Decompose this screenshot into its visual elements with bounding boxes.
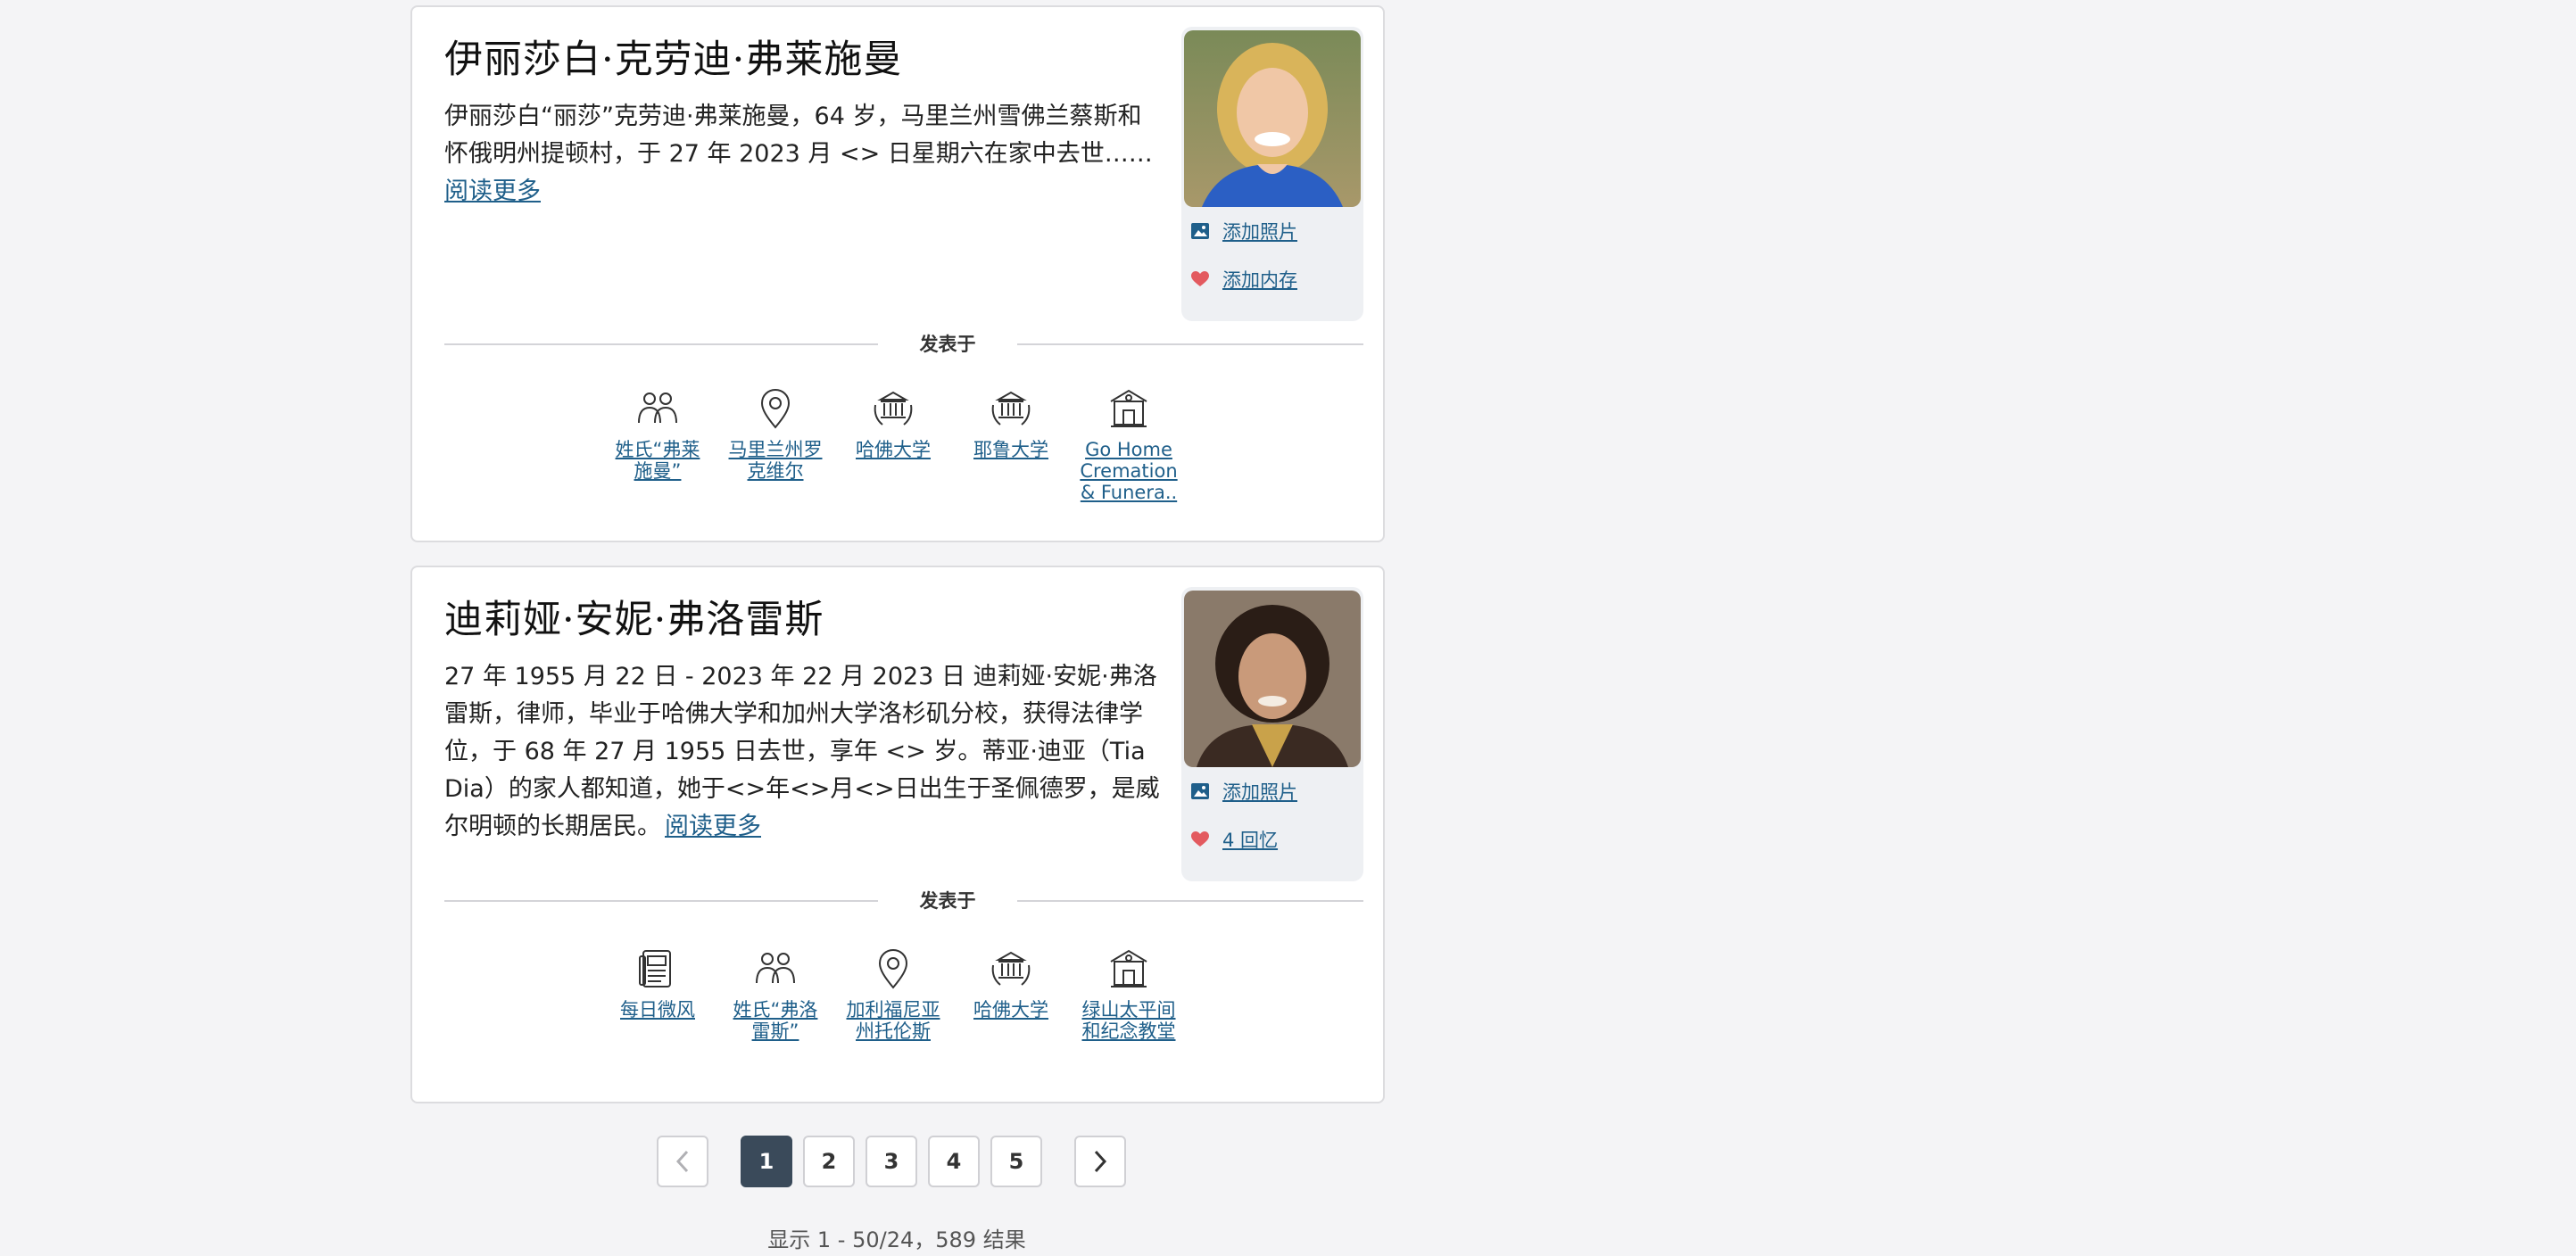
posted-in-item-label: 绿山太平间和纪念教堂 (1081, 999, 1176, 1042)
obituary-name[interactable]: 迪莉娅·安妮·弗洛雷斯 (444, 589, 824, 644)
chevron-right-icon (1094, 1150, 1107, 1173)
posted-in-item-label: 姓氏“弗洛雷斯” (733, 999, 818, 1042)
posted-in-item-label: 姓氏“弗莱施曼” (615, 439, 700, 482)
chevron-left-icon (675, 1150, 689, 1173)
posted-in-list: 每日微风 姓氏“弗洛雷斯” 加利福尼亚州托伦斯 哈佛大学 绿山太平间和纪念教堂 (609, 946, 1178, 1042)
page-button[interactable]: 2 (803, 1136, 855, 1187)
posted-in-item[interactable]: 加利福尼亚州托伦斯 (844, 946, 942, 1042)
funeral-home-icon (1110, 389, 1147, 427)
summary-text: 伊丽莎白“丽莎”克劳迪·弗莱施曼，64 岁，马里兰州雪佛兰蔡斯和怀俄明州提顿村，… (444, 103, 1153, 168)
obituary-summary: 27 年 1955 月 22 日 - 2023 年 22 月 2023 日 迪莉… (444, 658, 1165, 846)
add-photo-label: 添加照片 (1222, 781, 1297, 803)
next-page-button[interactable] (1074, 1136, 1126, 1187)
page-button[interactable]: 1 (741, 1136, 792, 1187)
university-icon (874, 391, 913, 426)
posted-in-item[interactable]: 绿山太平间和纪念教堂 (1080, 946, 1178, 1042)
photo-panel: 添加照片 4 回忆 (1181, 587, 1363, 881)
people-icon (756, 953, 795, 984)
image-icon (1190, 221, 1210, 241)
posted-in-item-label: 每日微风 (620, 999, 695, 1020)
posted-in-item[interactable]: 马里兰州罗克维尔 (726, 385, 824, 503)
university-icon (991, 951, 1031, 986)
location-pin-icon (760, 388, 791, 429)
photo-panel: 添加照片 添加内存 (1181, 27, 1363, 321)
memories-label: 4 回忆 (1222, 830, 1279, 851)
posted-in-item-label: 哈佛大学 (973, 999, 1048, 1020)
result-count: 显示 1 - 50/24，589 结果 (767, 1227, 1026, 1252)
add-photo-label: 添加照片 (1222, 221, 1297, 243)
add-photo-link[interactable]: 添加照片 (1190, 218, 1297, 244)
people-icon (638, 392, 677, 424)
obituary-photo[interactable] (1184, 591, 1361, 767)
previous-page-button[interactable] (657, 1136, 708, 1187)
summary-text: 27 年 1955 月 22 日 - 2023 年 22 月 2023 日 迪莉… (444, 663, 1160, 840)
obituary-name[interactable]: 伊丽莎白·克劳迪·弗莱施曼 (444, 29, 902, 84)
add-photo-link[interactable]: 添加照片 (1190, 778, 1297, 805)
posted-in-item[interactable]: 每日微风 (609, 946, 707, 1042)
read-more-link[interactable]: 阅读更多 (444, 178, 541, 205)
read-more-link[interactable]: 阅读更多 (665, 813, 761, 840)
image-icon (1190, 781, 1210, 801)
pagination: 1 2 3 4 5 (657, 1136, 1126, 1187)
funeral-home-icon (1110, 949, 1147, 987)
memories-label: 添加内存 (1222, 269, 1297, 291)
obituary-card: 伊丽莎白·克劳迪·弗莱施曼 伊丽莎白“丽莎”克劳迪·弗莱施曼，64 岁，马里兰州… (410, 5, 1385, 542)
posted-in-label: 发表于 (878, 330, 1017, 357)
obituary-photo[interactable] (1184, 30, 1361, 207)
obituary-summary: 伊丽莎白“丽莎”克劳迪·弗莱施曼，64 岁，马里兰州雪佛兰蔡斯和怀俄明州提顿村，… (444, 98, 1165, 211)
page-button[interactable]: 4 (928, 1136, 980, 1187)
posted-in-item-label: 马里兰州罗克维尔 (728, 439, 823, 482)
posted-in-item[interactable]: 哈佛大学 (844, 385, 942, 503)
posted-in-label: 发表于 (878, 887, 1017, 913)
memories-link[interactable]: 4 回忆 (1190, 826, 1278, 853)
posted-in-item[interactable]: 耶鲁大学 (962, 385, 1060, 503)
location-pin-icon (878, 948, 908, 989)
posted-in-divider: 发表于 (444, 330, 1363, 357)
posted-in-item[interactable]: 姓氏“弗莱施曼” (609, 385, 707, 503)
posted-in-item-label: Go Home Cremation & Funera.. (1080, 439, 1178, 503)
posted-in-list: 姓氏“弗莱施曼” 马里兰州罗克维尔 哈佛大学 耶鲁大学 Go Home Crem… (609, 385, 1178, 503)
posted-in-item[interactable]: 姓氏“弗洛雷斯” (726, 946, 824, 1042)
posted-in-item-label: 哈佛大学 (856, 439, 931, 460)
posted-in-item[interactable]: 哈佛大学 (962, 946, 1060, 1042)
posted-in-item[interactable]: Go Home Cremation & Funera.. (1080, 385, 1178, 503)
heart-icon (1190, 269, 1210, 289)
newspaper-icon (639, 950, 671, 987)
posted-in-divider: 发表于 (444, 887, 1363, 913)
university-icon (991, 391, 1031, 426)
obituary-card: 迪莉娅·安妮·弗洛雷斯 27 年 1955 月 22 日 - 2023 年 22… (410, 566, 1385, 1103)
page-button[interactable]: 5 (990, 1136, 1042, 1187)
memories-link[interactable]: 添加内存 (1190, 266, 1297, 293)
posted-in-item-label: 加利福尼亚州托伦斯 (846, 999, 940, 1042)
page-button[interactable]: 3 (866, 1136, 917, 1187)
posted-in-item-label: 耶鲁大学 (973, 439, 1048, 460)
heart-icon (1190, 830, 1210, 849)
